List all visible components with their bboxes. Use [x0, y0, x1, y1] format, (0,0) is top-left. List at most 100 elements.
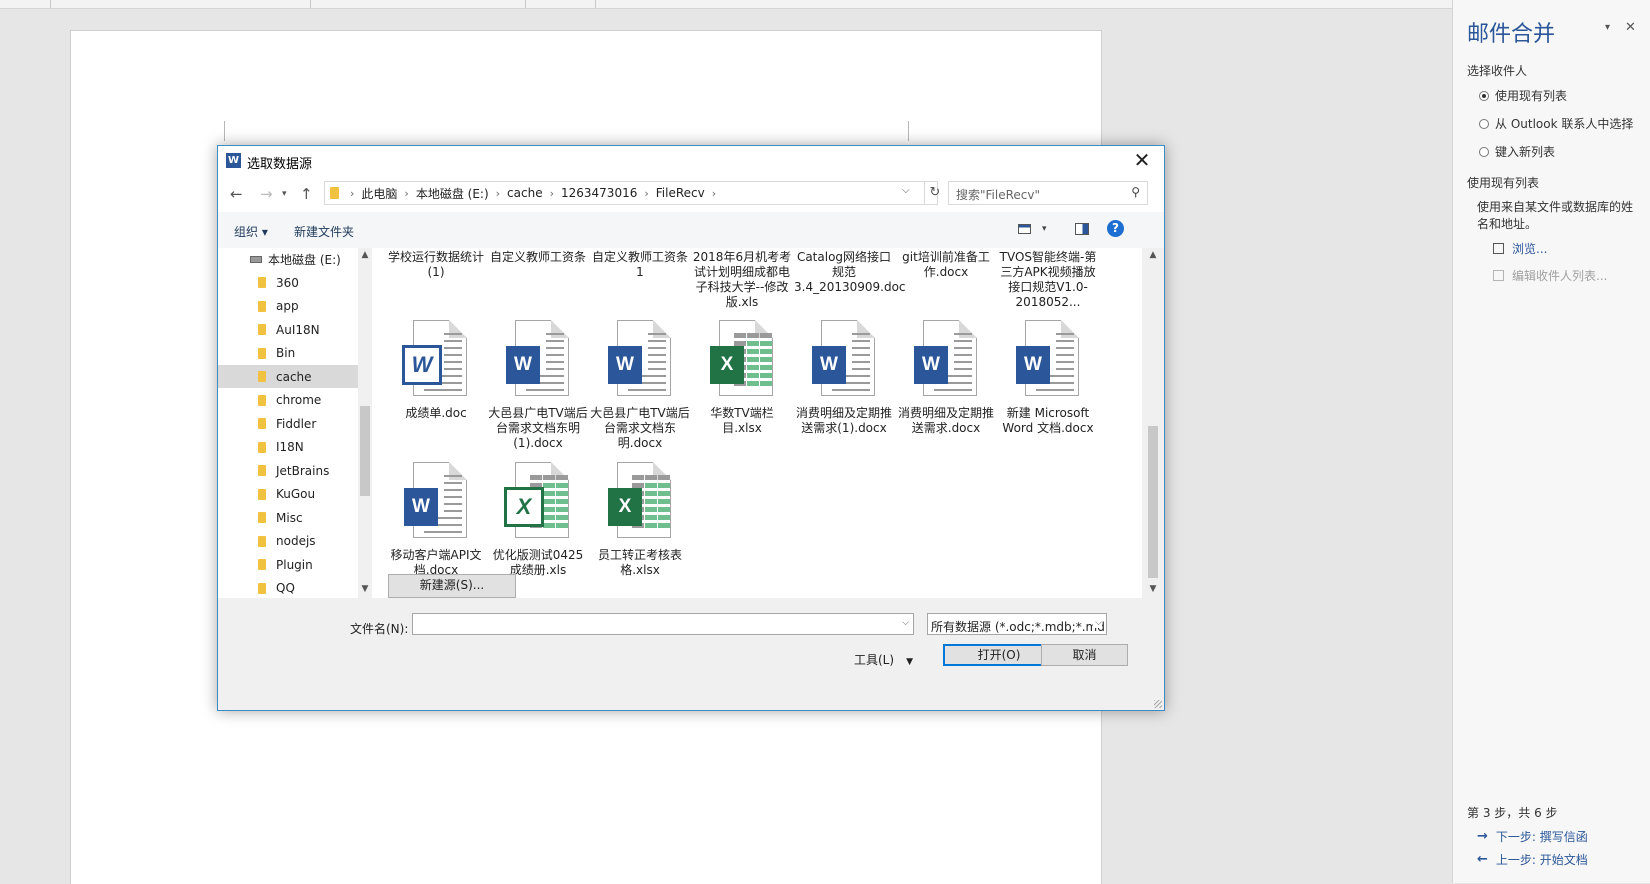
new-folder-button[interactable]: 新建文件夹: [294, 223, 354, 240]
view-dropdown-icon[interactable]: ▾: [1042, 224, 1047, 234]
radio-type-new[interactable]: 键入新列表: [1479, 143, 1555, 160]
next-step-link[interactable]: → 下一步: 撰写信函: [1477, 828, 1588, 845]
edit-icon: [1493, 270, 1504, 281]
folder-icon: [258, 277, 266, 288]
pane-close-icon[interactable]: ✕: [1625, 20, 1636, 35]
file-item-label[interactable]: 员工转正考核表格.xlsx: [590, 548, 690, 578]
scroll-down-icon[interactable]: ▼: [358, 584, 372, 594]
word-file-icon[interactable]: W: [401, 318, 471, 400]
address-dropdown-icon[interactable]: ⌵: [902, 185, 910, 196]
step-indicator: 第 3 步，共 6 步: [1467, 806, 1558, 820]
browse-link[interactable]: 浏览...: [1493, 240, 1547, 257]
word-file-icon[interactable]: W: [1013, 318, 1083, 400]
tree-item-folder[interactable]: AuI18N: [218, 318, 358, 341]
dialog-toolbar: 组织 ▾ 新建文件夹 ▾ ?: [218, 212, 1164, 248]
word-file-icon[interactable]: W: [911, 318, 981, 400]
new-source-button[interactable]: 新建源(S)...: [388, 574, 516, 598]
chevron-down-icon[interactable]: ⌵: [902, 618, 909, 628]
file-item-label[interactable]: 自定义教师工资条: [488, 250, 588, 265]
breadcrumb-item[interactable]: cache: [507, 186, 543, 200]
radio-use-existing[interactable]: 使用现有列表: [1479, 87, 1567, 104]
edit-recipients-link: 编辑收件人列表...: [1493, 267, 1607, 284]
file-item-label[interactable]: 消费明细及定期推送需求(1).docx: [794, 406, 894, 436]
folder-icon: [258, 324, 266, 335]
file-item-label[interactable]: 新建 Microsoft Word 文档.docx: [998, 406, 1098, 436]
tree-item-label: QQ: [276, 581, 295, 595]
tree-item-folder[interactable]: I18N: [218, 436, 358, 459]
scrollbar-thumb[interactable]: [1148, 426, 1158, 578]
help-icon[interactable]: ?: [1107, 220, 1124, 237]
address-bar[interactable]: › 此电脑 › 本地磁盘 (E:) › cache › 1263473016 ›…: [324, 181, 938, 205]
tools-menu[interactable]: 工具(L) ▼: [854, 651, 913, 668]
tree-item-folder[interactable]: 360: [218, 271, 358, 294]
file-item-label[interactable]: 大邑县广电TV端后台需求文档东明.docx: [590, 406, 690, 451]
arrow-left-icon: ←: [1477, 852, 1488, 867]
prev-step-link[interactable]: ← 上一步: 开始文档: [1477, 851, 1588, 868]
pane-title: 邮件合并: [1467, 22, 1556, 47]
filename-label: 文件名(N):: [350, 622, 409, 636]
tree-item-folder[interactable]: nodejs: [218, 530, 358, 553]
tree-item-folder[interactable]: cache: [218, 365, 358, 388]
word-file-icon[interactable]: W: [809, 318, 879, 400]
search-input[interactable]: 搜索"FileRecv" ⚲: [948, 181, 1148, 205]
excel-file-icon[interactable]: X: [605, 460, 675, 542]
scroll-up-icon[interactable]: ▲: [358, 250, 372, 260]
scrollbar-thumb[interactable]: [360, 406, 370, 496]
word-file-icon[interactable]: W: [503, 318, 573, 400]
forward-arrow-icon[interactable]: →: [260, 185, 273, 203]
organize-button[interactable]: 组织 ▾: [234, 223, 268, 240]
recent-dropdown-icon[interactable]: ▾: [282, 189, 287, 199]
tree-item-folder[interactable]: chrome: [218, 389, 358, 412]
file-item-label[interactable]: 成绩单.doc: [386, 406, 486, 421]
excel-file-icon[interactable]: X: [503, 460, 573, 542]
filetype-select[interactable]: 所有数据源 (*.odc;*.mdb;*.mdb ⌵: [927, 613, 1107, 635]
file-item-label[interactable]: 自定义教师工资条1: [590, 250, 690, 280]
tree-item-folder[interactable]: JetBrains: [218, 459, 358, 482]
open-button[interactable]: 打开(O): [943, 644, 1055, 666]
breadcrumb-item[interactable]: 此电脑: [361, 185, 397, 202]
up-arrow-icon[interactable]: ↑: [300, 185, 313, 203]
scroll-up-icon[interactable]: ▲: [1146, 250, 1160, 260]
tree-item-drive-e[interactable]: 本地磁盘 (E:): [218, 248, 358, 271]
word-file-icon[interactable]: W: [401, 460, 471, 542]
resize-grip-icon[interactable]: [1154, 700, 1162, 708]
breadcrumb-item[interactable]: FileRecv: [656, 186, 705, 200]
folder-icon: [258, 465, 266, 476]
tree-item-folder[interactable]: Plugin: [218, 553, 358, 576]
refresh-icon[interactable]: ↻: [924, 182, 945, 204]
file-item-label[interactable]: Catalog网络接口规范3.4_20130909.doc: [794, 250, 906, 295]
file-item-label[interactable]: 消费明细及定期推送需求.docx: [896, 406, 996, 436]
file-item-label[interactable]: TVOS智能终端-第三方APK视频播放接口规范V1.0-2018052...: [998, 250, 1098, 310]
breadcrumb-item[interactable]: 本地磁盘 (E:): [416, 185, 489, 202]
filename-input[interactable]: ⌵: [412, 613, 914, 635]
tree-item-folder[interactable]: app: [218, 295, 358, 318]
file-item-label[interactable]: 华数TV端栏目.xlsx: [692, 406, 792, 436]
tree-item-folder[interactable]: Fiddler: [218, 412, 358, 435]
tree-item-folder[interactable]: KuGou: [218, 483, 358, 506]
tree-item-folder[interactable]: QQ: [218, 577, 358, 599]
preview-pane-icon[interactable]: [1075, 223, 1089, 235]
back-arrow-icon[interactable]: ←: [230, 185, 243, 203]
file-item-label[interactable]: git培训前准备工作.docx: [896, 250, 996, 280]
tree-item-label: cache: [276, 369, 312, 384]
file-item-label[interactable]: 学校运行数据统计(1): [386, 250, 486, 280]
cancel-button[interactable]: 取消: [1041, 644, 1128, 666]
tree-scrollbar[interactable]: ▲ ▼: [358, 248, 372, 598]
files-scrollbar[interactable]: ▲ ▼: [1146, 248, 1160, 598]
view-icon[interactable]: [1018, 224, 1031, 234]
drive-icon: [250, 256, 262, 263]
word-file-icon[interactable]: W: [605, 318, 675, 400]
close-icon[interactable]: ✕: [1120, 146, 1164, 176]
file-item-label[interactable]: 2018年6月机考考试计划明细成都电子科技大学--修改版.xls: [692, 250, 792, 310]
folder-icon: [330, 187, 339, 199]
tree-item-folder[interactable]: Bin: [218, 342, 358, 365]
excel-file-icon[interactable]: X: [707, 318, 777, 400]
pane-options-icon[interactable]: ▾: [1605, 22, 1610, 33]
chevron-down-icon: ⌵: [1093, 618, 1102, 628]
radio-outlook[interactable]: 从 Outlook 联系人中选择: [1479, 115, 1633, 132]
breadcrumb-item[interactable]: 1263473016: [561, 186, 637, 200]
scroll-down-icon[interactable]: ▼: [1146, 584, 1160, 594]
tree-item-label: I18N: [276, 440, 304, 454]
file-item-label[interactable]: 大邑县广电TV端后台需求文档东明(1).docx: [488, 406, 588, 451]
tree-item-folder[interactable]: Misc: [218, 506, 358, 529]
